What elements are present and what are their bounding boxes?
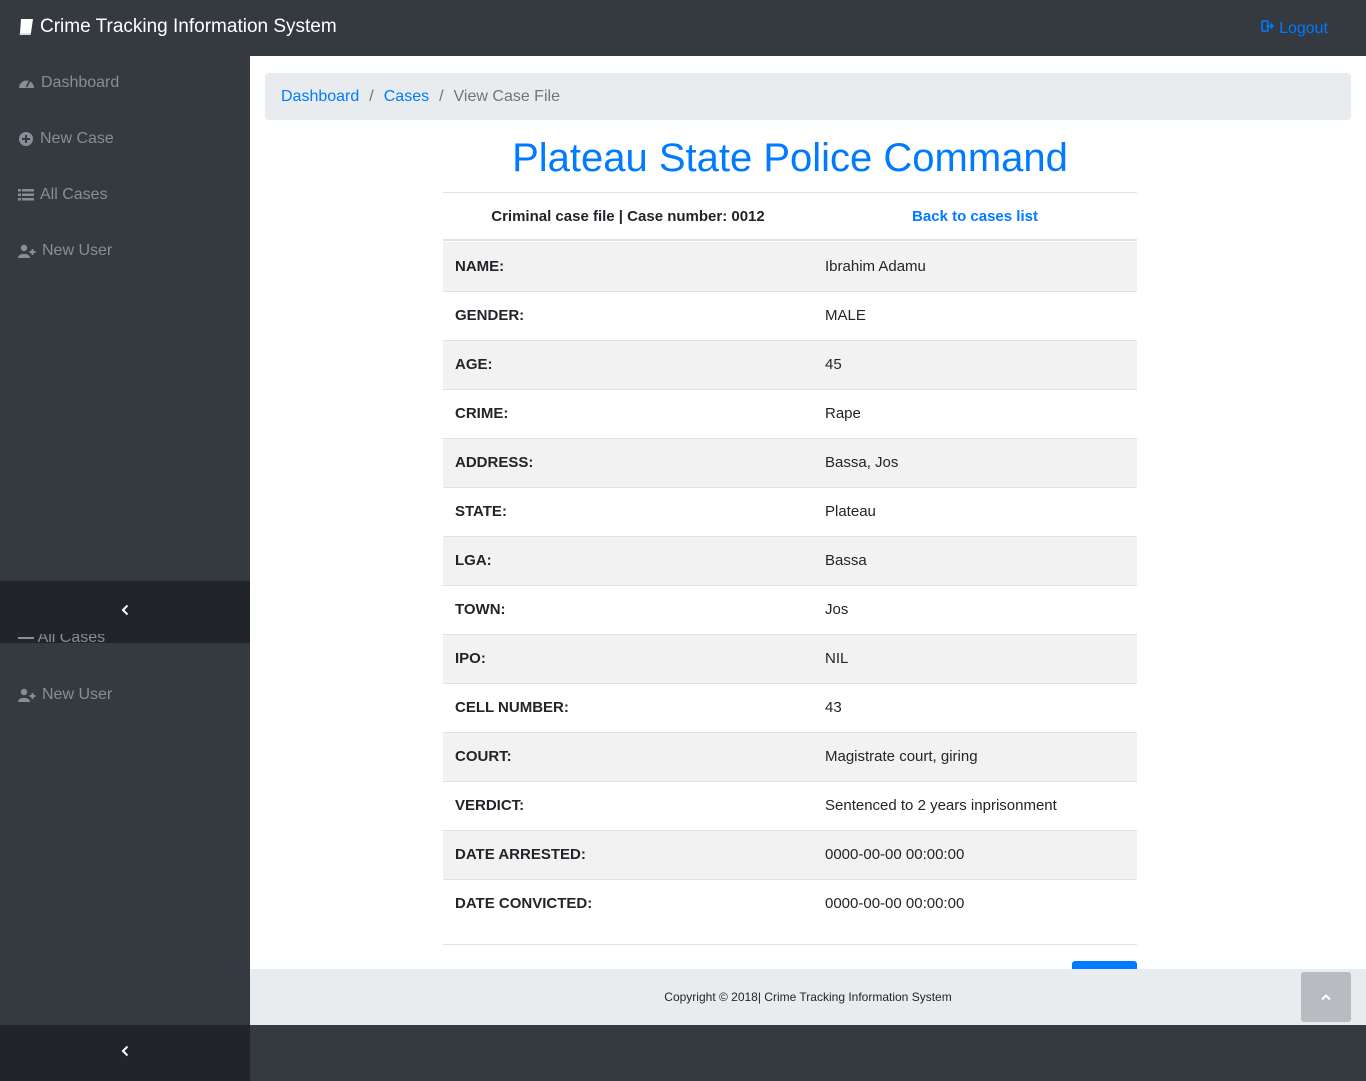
case-header-row: Criminal case file | Case number: 0012 B… [443,193,1137,241]
table-row: COURT: Magistrate court, giring [443,731,1137,781]
table-row: VERDICT: Sentenced to 2 years inprisonmen… [443,780,1137,830]
sidebar-item-dashboard[interactable]: Dashboard [18,74,119,92]
field-value: Sentenced to 2 years inprisonment [813,780,1137,830]
field-value: Jos [813,584,1137,634]
copyright-text: Copyright © 2018| Crime Tracking Informa… [664,990,952,1004]
table-row: CRIME: Rape [443,388,1137,438]
case-number: Criminal case file | Case number: 0012 [491,207,765,225]
user-plus-icon [18,244,36,258]
field-label: DATE ARRESTED: [443,829,813,879]
footer: Copyright © 2018| Crime Tracking Informa… [250,969,1366,1025]
table-row: TOWN: Jos [443,584,1137,634]
table-row: STATE: Plateau [443,486,1137,536]
plus-circle-icon [18,131,34,147]
main-content: Dashboard / Cases / View Case File Plate… [250,56,1366,969]
field-label: CRIME: [443,388,813,438]
sidebar-item-new-user[interactable]: New User [18,242,112,260]
book-icon [18,18,34,36]
table-row: CELL NUMBER: 43 [443,682,1137,732]
field-label: COURT: [443,731,813,781]
sidebar-ghost-item: All Cases [18,634,105,644]
field-label: DATE CONVICTED: [443,878,813,928]
table-row: IPO: NIL [443,633,1137,683]
table-row: GENDER: MALE [443,290,1137,340]
field-value: MALE [813,290,1137,340]
back-to-cases-link[interactable]: Back to cases list [813,208,1137,225]
field-label: TOWN: [443,584,813,634]
sidebar-item-label: Dashboard [41,74,120,91]
brand[interactable]: Crime Tracking Information System [18,16,337,38]
scroll-to-top-button[interactable] [1301,972,1351,1022]
chevron-up-icon [1320,988,1332,1006]
field-label: STATE: [443,486,813,536]
breadcrumb-separator: / [439,87,444,105]
field-value: Ibrahim Adamu [825,257,926,275]
sidebar: Dashboard New Case All Cases New User Al… [0,56,250,1081]
chevron-left-icon [121,1044,129,1062]
field-value: Bassa, Jos [813,437,1137,487]
table-row: LGA: Bassa [443,535,1137,585]
sidebar-item-all-cases[interactable]: All Cases [18,186,108,204]
field-label: LGA: [443,535,813,585]
page-title: Plateau State Police Command [512,136,1068,180]
table-row: DATE ARRESTED: 0000-00-00 00:00:00 [443,829,1137,879]
breadcrumb-dashboard[interactable]: Dashboard [281,88,359,106]
sidebar-item-label: New User [42,242,113,259]
field-value: Bassa [813,535,1137,585]
case-details-table: NAME: Ibrahim Adamu GENDER: MALE AGE: 45 CRIME… [443,242,1137,928]
sidebar-item-label: All Cases [40,186,108,203]
table-row: DATE CONVICTED: 0000-00-00 00:00:00 [443,878,1137,928]
logout-link[interactable]: Logout [1261,19,1328,38]
field-value: NIL [813,633,1137,683]
field-label: CELL NUMBER: [443,682,813,732]
tachometer-icon [18,76,35,90]
field-label: GENDER: [443,290,813,340]
field-label: AGE: [443,339,813,389]
sidebar-item-new-case[interactable]: New Case [18,130,114,148]
top-navbar: Crime Tracking Information System Logout [0,0,1366,56]
chevron-left-icon [121,603,129,621]
field-value: 0000-00-00 00:00:00 [813,829,1137,879]
user-plus-icon [18,688,36,702]
breadcrumb-current: View Case File [453,87,560,105]
list-icon [18,188,34,202]
list-icon [18,637,34,639]
table-row: NAME: Ibrahim Adamu [443,242,1137,291]
field-value: 45 [813,339,1137,389]
sidebar-item-new-user-repeat[interactable]: New User [18,686,112,704]
sign-out-icon [1261,19,1275,38]
field-label: VERDICT: [443,780,813,830]
field-label: ADDRESS: [443,437,813,487]
sidebar-item-label: New Case [40,130,114,147]
table-row: ADDRESS: Bassa, Jos [443,437,1137,487]
field-value: Plateau [813,486,1137,536]
field-value: 43 [813,682,1137,732]
brand-title: Crime Tracking Information System [40,16,337,37]
field-label: IPO: [443,633,813,683]
field-value: Rape [813,388,1137,438]
field-label: NAME: [455,257,505,275]
table-row: AGE: 45 [443,339,1137,389]
breadcrumb: Dashboard / Cases / View Case File [265,73,1351,120]
sidebar-toggle-button-bottom[interactable] [0,1025,250,1081]
logout-label: Logout [1279,19,1328,37]
breadcrumb-separator: / [369,87,374,105]
breadcrumb-cases[interactable]: Cases [384,88,429,106]
action-button[interactable] [1072,961,1137,969]
field-value: 0000-00-00 00:00:00 [813,878,1137,928]
divider [443,944,1137,945]
field-value: Magistrate court, giring [813,731,1137,781]
sidebar-item-label: New User [42,686,113,703]
